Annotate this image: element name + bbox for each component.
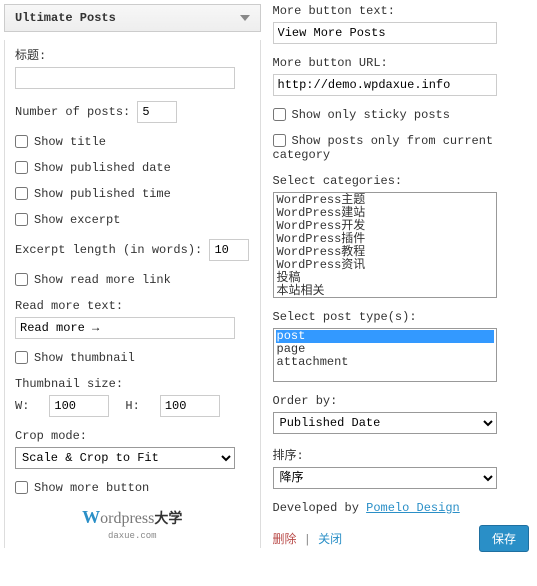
widget-header[interactable]: Ultimate Posts (4, 4, 261, 32)
sticky-only-label: Show only sticky posts (292, 108, 450, 122)
types-multiselect[interactable]: post page attachment (273, 328, 497, 382)
current-cat-label: Show posts only from current category (273, 134, 494, 162)
show-more-btn-label: Show more button (34, 481, 149, 495)
save-button[interactable]: 保存 (479, 525, 529, 552)
more-btn-field: More button text: (273, 4, 530, 44)
excerpt-len-input[interactable] (209, 239, 249, 261)
thumb-size-field: Thumbnail size: W: H: (15, 377, 250, 417)
more-btn-input[interactable] (273, 22, 497, 44)
sel-types-label: Select post type(s): (273, 310, 530, 324)
title-label: 标题: (15, 46, 250, 63)
more-btn-label: More button text: (273, 4, 530, 18)
show-more-btn-checkbox[interactable] (15, 481, 28, 494)
read-more-input[interactable] (15, 317, 235, 339)
show-title-label: Show title (34, 135, 106, 149)
num-posts-label: Number of posts: (15, 105, 130, 119)
show-thumb-checkbox[interactable] (15, 351, 28, 364)
more-url-field: More button URL: (273, 56, 530, 96)
num-posts-field: Number of posts: (15, 101, 250, 123)
order-by-select[interactable]: Published Date (273, 412, 497, 434)
num-posts-input[interactable] (137, 101, 177, 123)
read-more-field: Read more text: (15, 299, 250, 339)
widget-title-text: Ultimate Posts (15, 11, 116, 25)
list-item[interactable]: WordPress资讯 (276, 259, 494, 272)
show-read-more-label: Show read more link (34, 273, 171, 287)
thumb-w-label: W: (15, 399, 29, 413)
excerpt-len-field: Excerpt length (in words): (15, 239, 250, 261)
crop-select[interactable]: Scale & Crop to Fit (15, 447, 235, 469)
action-links: 删除 | 关闭 (273, 530, 343, 547)
excerpt-len-label: Excerpt length (in words): (15, 243, 202, 257)
thumb-size-label: Thumbnail size: (15, 377, 250, 391)
sel-types-field: Select post type(s): post page attachmen… (273, 310, 530, 382)
show-title-checkbox[interactable] (15, 135, 28, 148)
current-cat-checkbox[interactable] (273, 134, 286, 147)
order-by-label: Order by: (273, 394, 530, 408)
sort-select[interactable]: 降序 (273, 467, 497, 489)
list-item[interactable]: 本站相关 (276, 285, 494, 298)
read-more-label: Read more text: (15, 299, 250, 313)
show-pub-time-label: Show published time (34, 187, 171, 201)
crop-label: Crop mode: (15, 429, 250, 443)
list-item[interactable]: attachment (276, 356, 494, 369)
close-link[interactable]: 关闭 (318, 533, 342, 547)
logo: Wordpress大学 daxue.com (15, 507, 250, 542)
show-pub-date-label: Show published date (34, 161, 171, 175)
show-pub-date-checkbox[interactable] (15, 161, 28, 174)
delete-link[interactable]: 删除 (273, 533, 297, 547)
show-excerpt-checkbox[interactable] (15, 213, 28, 226)
thumb-h-label: H: (125, 399, 139, 413)
show-read-more-checkbox[interactable] (15, 273, 28, 286)
more-url-input[interactable] (273, 74, 497, 96)
order-by-field: Order by: Published Date (273, 394, 530, 434)
chevron-down-icon (240, 15, 250, 21)
title-input[interactable] (15, 67, 235, 89)
crop-field: Crop mode: Scale & Crop to Fit (15, 429, 250, 469)
title-field: 标题: (15, 46, 250, 89)
list-item[interactable]: post (276, 330, 494, 343)
show-pub-time-checkbox[interactable] (15, 187, 28, 200)
more-url-label: More button URL: (273, 56, 530, 70)
sel-cats-label: Select categories: (273, 174, 530, 188)
categories-multiselect[interactable]: WordPress主题 WordPress建站 WordPress开发 Word… (273, 192, 497, 298)
dev-link[interactable]: Pomelo Design (366, 501, 460, 515)
show-thumb-label: Show thumbnail (34, 351, 135, 365)
sort-label: 排序: (273, 446, 530, 463)
thumb-h-input[interactable] (160, 395, 220, 417)
show-excerpt-label: Show excerpt (34, 213, 120, 227)
sel-cats-field: Select categories: WordPress主题 WordPress… (273, 174, 530, 298)
developed-by: Developed by Pomelo Design (273, 501, 530, 515)
thumb-w-input[interactable] (49, 395, 109, 417)
sort-field: 排序: 降序 (273, 446, 530, 489)
sticky-only-checkbox[interactable] (273, 108, 286, 121)
